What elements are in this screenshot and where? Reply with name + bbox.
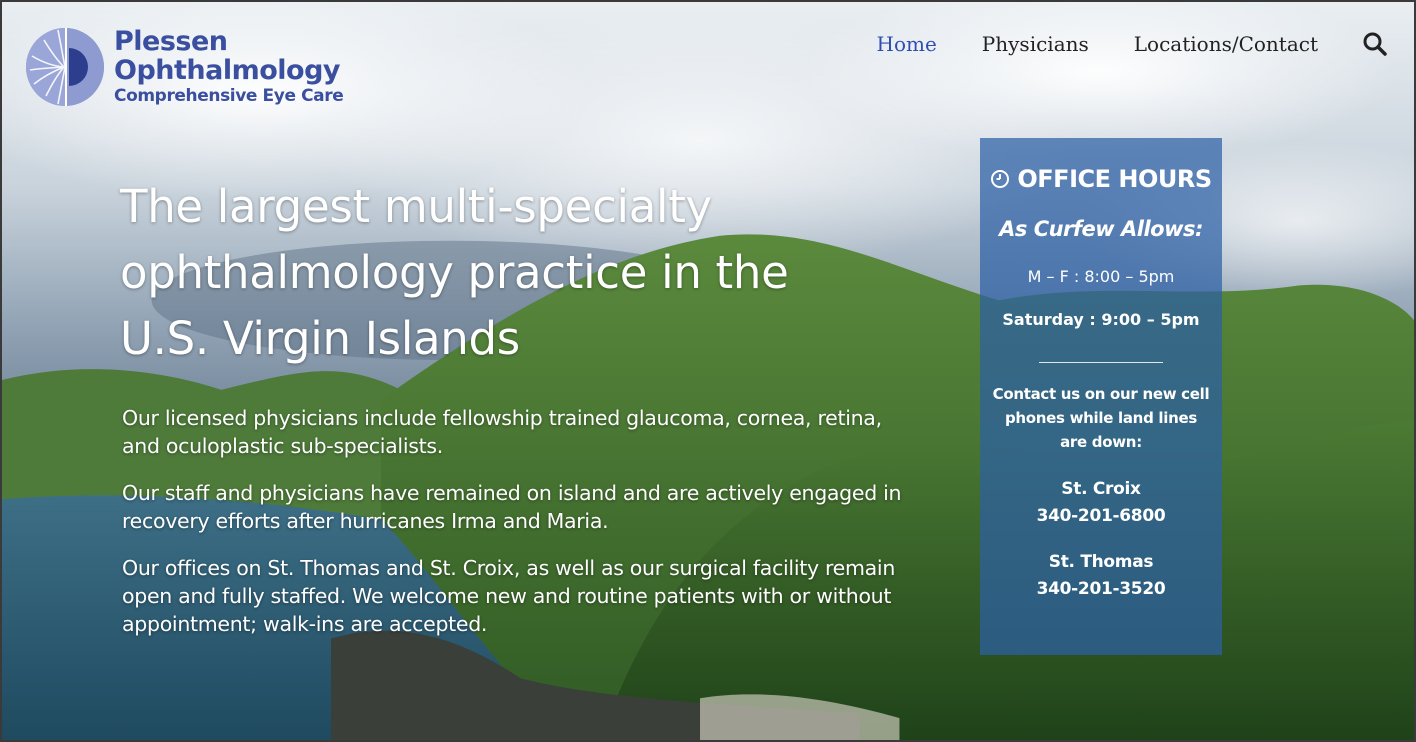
logo-tagline: Comprehensive Eye Care (114, 86, 344, 106)
nav-home[interactable]: Home (877, 32, 937, 56)
intro-paragraph: Our licensed physicians include fellowsh… (122, 406, 882, 458)
hero-headline: The largest multi-specialty ophthalmolog… (120, 174, 840, 372)
logo-name-line1: Plessen (114, 26, 228, 57)
eye-logo-icon (26, 28, 104, 106)
contact-note: Contact us on our new cell phones while … (992, 385, 1210, 451)
main-nav: Home Physicians Locations/Contact (832, 31, 1389, 57)
search-icon[interactable] (1362, 31, 1388, 57)
logo-wordmark: Plessen Ophthalmology Comprehensive Eye … (114, 26, 344, 107)
office-hours-panel: OFFICE HOURS As Curfew Allows: M – F : 8… (980, 138, 1222, 655)
location-st-thomas: St. Thomas 340-201-3520 (980, 549, 1222, 603)
browser-frame: Plessen Ophthalmology Comprehensive Eye … (0, 0, 1416, 742)
curfew-subtitle: As Curfew Allows: (999, 217, 1203, 241)
intro-paragraph: Our staff and physicians have remained o… (122, 481, 902, 533)
clock-icon (991, 170, 1010, 188)
intro-paragraph: Our offices on St. Thomas and St. Croix,… (122, 556, 896, 636)
office-hours-title-text: OFFICE HOURS (1017, 165, 1212, 193)
divider (1039, 362, 1163, 363)
headline-line: U.S. Virgin Islands (120, 312, 520, 365)
location-name: St. Croix (1061, 479, 1141, 499)
headline-line: ophthalmology practice in the (120, 246, 789, 299)
saturday-hours: Saturday : 9:00 – 5pm (1002, 310, 1200, 329)
nav-locations-contact[interactable]: Locations/Contact (1134, 32, 1318, 56)
location-phone[interactable]: 340-201-3520 (980, 576, 1222, 603)
logo-name-line2: Ophthalmology (114, 55, 341, 86)
site-logo[interactable]: Plessen Ophthalmology Comprehensive Eye … (24, 26, 344, 108)
location-name: St. Thomas (1048, 552, 1154, 572)
headline-line: The largest multi-specialty (120, 180, 712, 233)
hero-intro: Our licensed physicians include fellowsh… (122, 404, 922, 657)
office-hours-title: OFFICE HOURS (980, 165, 1222, 193)
location-phone[interactable]: 340-201-6800 (980, 503, 1222, 530)
nav-physicians[interactable]: Physicians (982, 32, 1089, 56)
location-st-croix: St. Croix 340-201-6800 (980, 476, 1222, 530)
weekday-hours: M – F : 8:00 – 5pm (1027, 267, 1175, 286)
